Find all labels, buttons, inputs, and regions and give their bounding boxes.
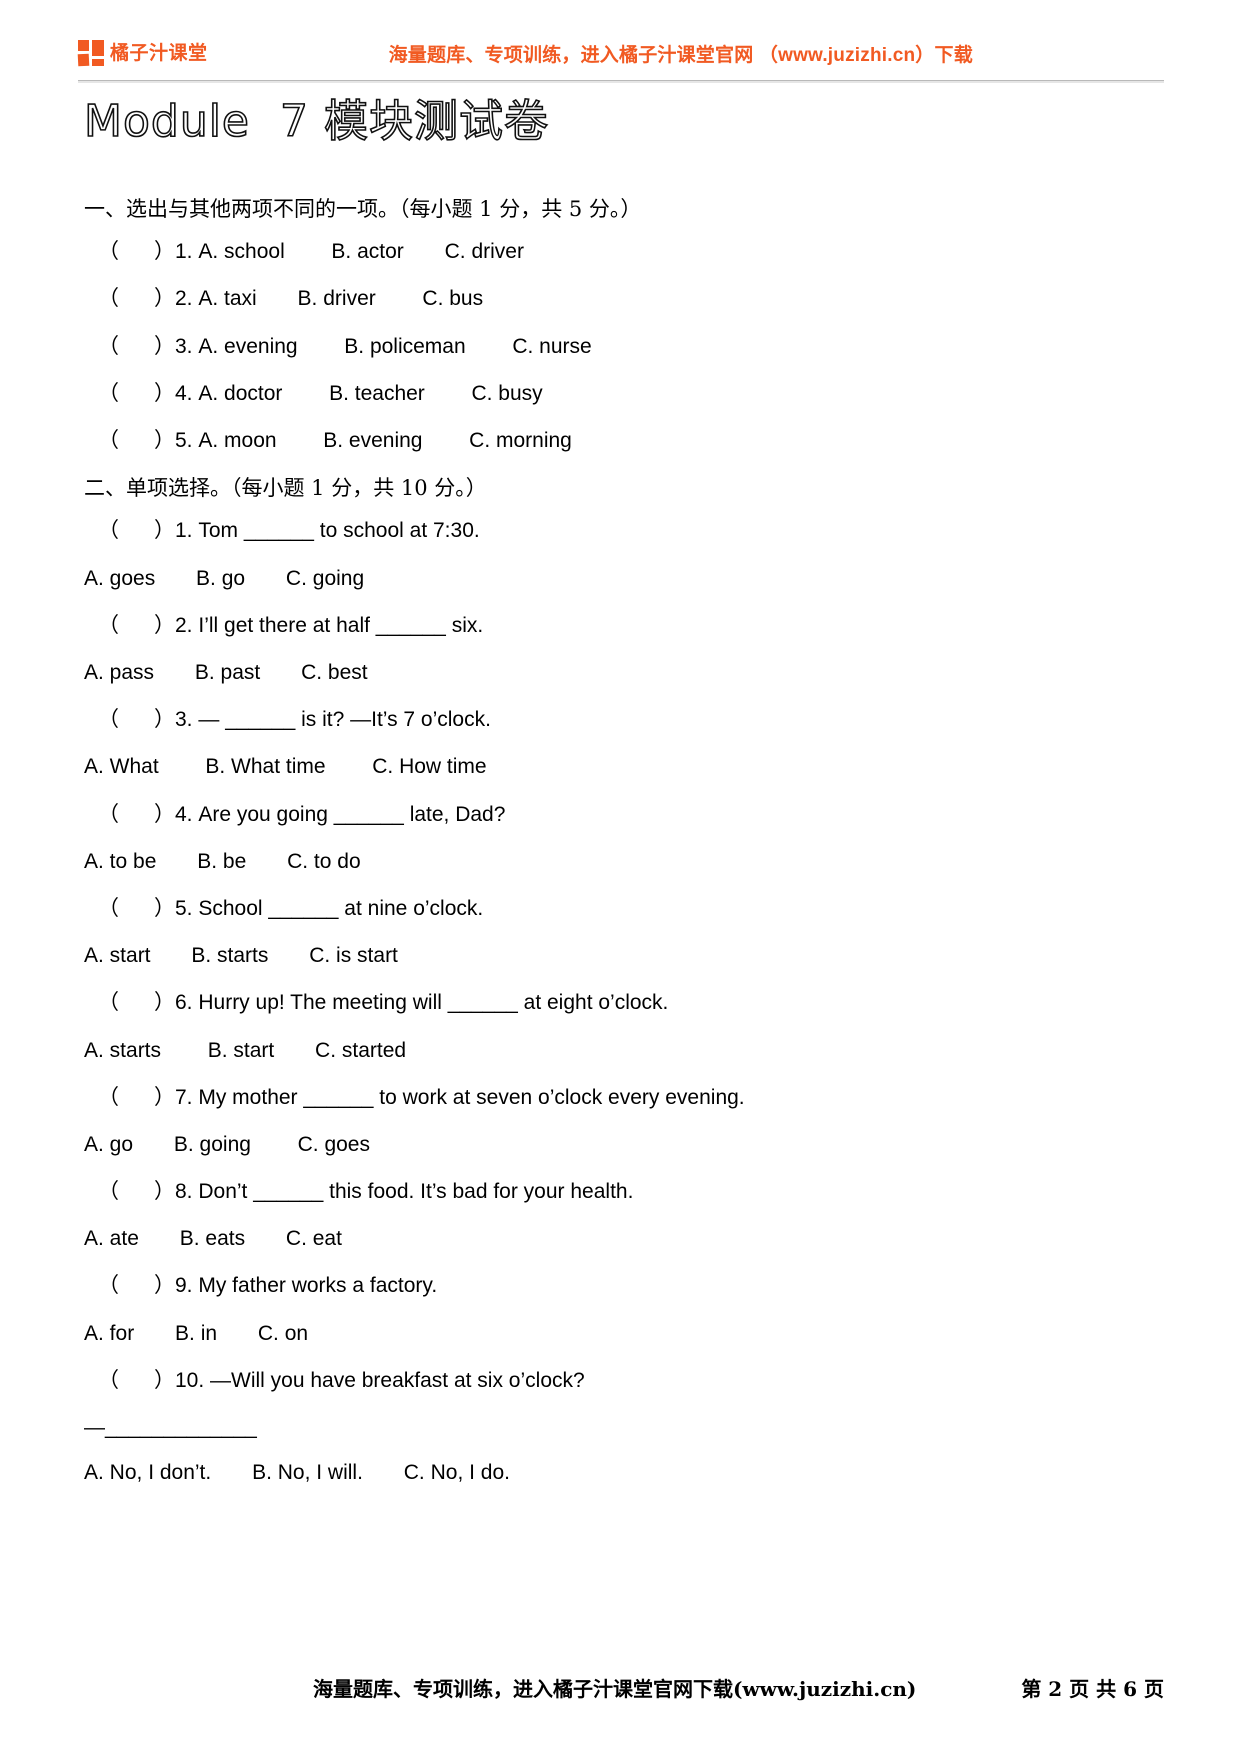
header-slogan: 海量题库、专项训练，进入橘子汁课堂官网 （www.juzizhi.cn）下载 xyxy=(388,44,973,66)
section-heading: 二、单项选择。（每小题 1 分，共 10 分。） xyxy=(84,476,487,501)
question-line[interactable]: （ ）4. A. doctor B. teacher C. busy xyxy=(84,381,1156,406)
option-line: A. What B. What time C. How time xyxy=(84,755,487,779)
option-line: A. No, I don’t. B. No, I will. C. No, I … xyxy=(84,1461,510,1485)
option-line: A. for B. in C. on xyxy=(84,1321,309,1345)
question-line[interactable]: （ ）3. A. evening B. policeman C. nurse xyxy=(84,334,1156,359)
question-line[interactable]: （ ）2. A. taxi B. driver C. bus xyxy=(84,286,1156,311)
page-footer: 海量题库、专项训练，进入橘子汁课堂官网下载(www.juzizhi.cn) 第 … xyxy=(0,1634,1240,1754)
question-line[interactable]: （ ）3. — ______ is it? —It’s 7 o’clock. xyxy=(84,707,1156,732)
footer-site-note: 海量题库、专项训练，进入橘子汁课堂官网下载(www.juzizhi.cn) xyxy=(312,1677,917,1701)
question-line[interactable]: （ ）4. Are you going ______ late, Dad? xyxy=(84,802,1156,827)
footer-page-number: 第 2 页 共 6 页 xyxy=(1021,1677,1164,1701)
option-line: A. start B. starts C. is start xyxy=(84,944,398,968)
option-line: A. go B. going C. goes xyxy=(84,1132,370,1156)
exam-paper-page: 橘子汁课堂 海量题库、专项训练，进入橘子汁课堂官网 （www.juzizhi.c… xyxy=(0,0,1240,1754)
question-line[interactable]: （ ）1. Tom ______ to school at 7:30. xyxy=(84,518,1156,543)
section-heading: 一、选出与其他两项不同的一项。（每小题 1 分，共 5 分。） xyxy=(84,197,642,221)
exam-content: 一、选出与其他两项不同的一项。（每小题 1 分，共 5 分。） （ ）1. A. … xyxy=(84,196,1156,1507)
option-line: A. ate B. eats C. eat xyxy=(84,1227,342,1251)
brand-logo: 橘子汁课堂 xyxy=(77,40,208,67)
question-line[interactable]: （ ）5. A. moon B. evening C. morning xyxy=(84,428,1156,453)
question-line[interactable]: （ ）9. My father works a factory. xyxy=(84,1273,1156,1298)
brand-logo-text: 橘子汁课堂 xyxy=(110,42,208,64)
option-line: A. starts B. start C. started xyxy=(84,1038,407,1062)
question-line[interactable]: （ ）2. I’ll get there at half ______ six. xyxy=(84,613,1156,638)
footer-row: 海量题库、专项训练，进入橘子汁课堂官网下载(www.juzizhi.cn) 第 … xyxy=(78,1673,1164,1702)
header-inner: 橘子汁课堂 海量题库、专项训练，进入橘子汁课堂官网 （www.juzizhi.c… xyxy=(77,30,1164,76)
option-line: A. pass B. past C. best xyxy=(84,661,368,684)
page-title: Module 7 模块测试卷 xyxy=(83,95,549,148)
page-header: 橘子汁课堂 海量题库、专项训练，进入橘子汁课堂官网 （www.juzizhi.c… xyxy=(0,0,1240,90)
header-divider xyxy=(78,80,1164,83)
option-line: A. goes B. go C. going xyxy=(84,566,365,590)
question-line[interactable]: （ ）6. Hurry up! The meeting will ______ … xyxy=(84,990,1156,1015)
question-line[interactable]: （ ）10. —Will you have breakfast at six o… xyxy=(84,1368,1156,1393)
question-line[interactable]: （ ）1. A. school B. actor C. driver xyxy=(84,239,1156,264)
question-line[interactable]: （ ）8. Don’t ______ this food. It’s bad f… xyxy=(84,1179,1156,1204)
question-line[interactable]: （ ）5. School ______ at nine o’clock. xyxy=(84,896,1156,921)
answer-blank-line: —_____________ xyxy=(84,1416,257,1439)
orange-squares-logo-icon xyxy=(77,40,104,67)
question-line[interactable]: （ ）7. My mother ______ to work at seven … xyxy=(84,1085,1156,1110)
option-line: A. to be B. be C. to do xyxy=(84,849,361,873)
